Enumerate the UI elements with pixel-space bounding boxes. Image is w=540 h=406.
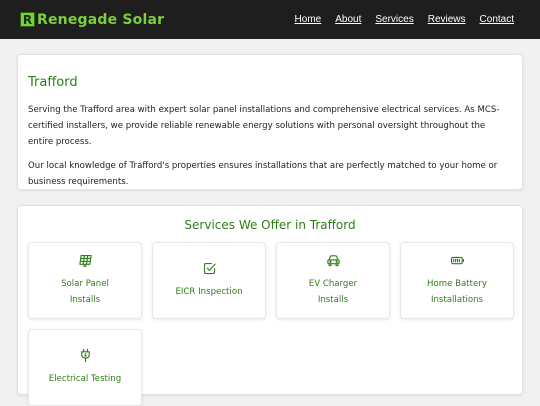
intro-paragraph: Serving the Trafford area with expert so… [28,105,500,147]
top-navbar: R Renegade Solar Home About Services Rev… [0,0,540,39]
services-grid: Solar Panel Installs EICR Inspection EV … [28,242,514,406]
service-label: EV Charger Installs [308,279,358,305]
service-tile-solar[interactable]: Solar Panel Installs [28,242,142,319]
service-tile-battery[interactable]: Home Battery Installations [400,242,514,319]
page-title: Trafford [28,75,78,90]
location-intro-card: Trafford Serving the Trafford area with … [17,54,523,190]
nav-contact[interactable]: Contact [480,14,514,25]
plug-icon [80,348,90,363]
logo-icon: R [20,12,35,27]
service-label: Electrical Testing [48,374,122,384]
nav-reviews[interactable]: Reviews [428,14,466,25]
service-label: Home Battery Installations [427,279,487,305]
brand[interactable]: R Renegade Solar [20,12,164,28]
services-card: Services We Offer in Trafford Solar Pane… [17,205,523,406]
nav-home[interactable]: Home [295,14,322,25]
nav-about[interactable]: About [335,14,361,25]
battery-icon [450,256,464,265]
check-square-icon [203,262,216,275]
service-tile-ev[interactable]: EV Charger Installs [276,242,390,319]
service-tile-eicr[interactable]: EICR Inspection [152,242,266,319]
solar-panel-icon [78,254,92,267]
brand-name: Renegade Solar [37,11,165,28]
main-nav: Home About Services Reviews Contact [295,14,514,25]
intro-paragraph: Our local knowledge of Trafford's proper… [28,161,498,187]
service-label: EICR Inspection [175,287,243,297]
service-tile-testing[interactable]: Electrical Testing [28,329,142,406]
services-title: Services We Offer in Trafford [184,218,356,232]
service-label: Solar Panel Installs [61,279,109,305]
car-icon [326,255,340,267]
nav-services[interactable]: Services [375,14,413,25]
